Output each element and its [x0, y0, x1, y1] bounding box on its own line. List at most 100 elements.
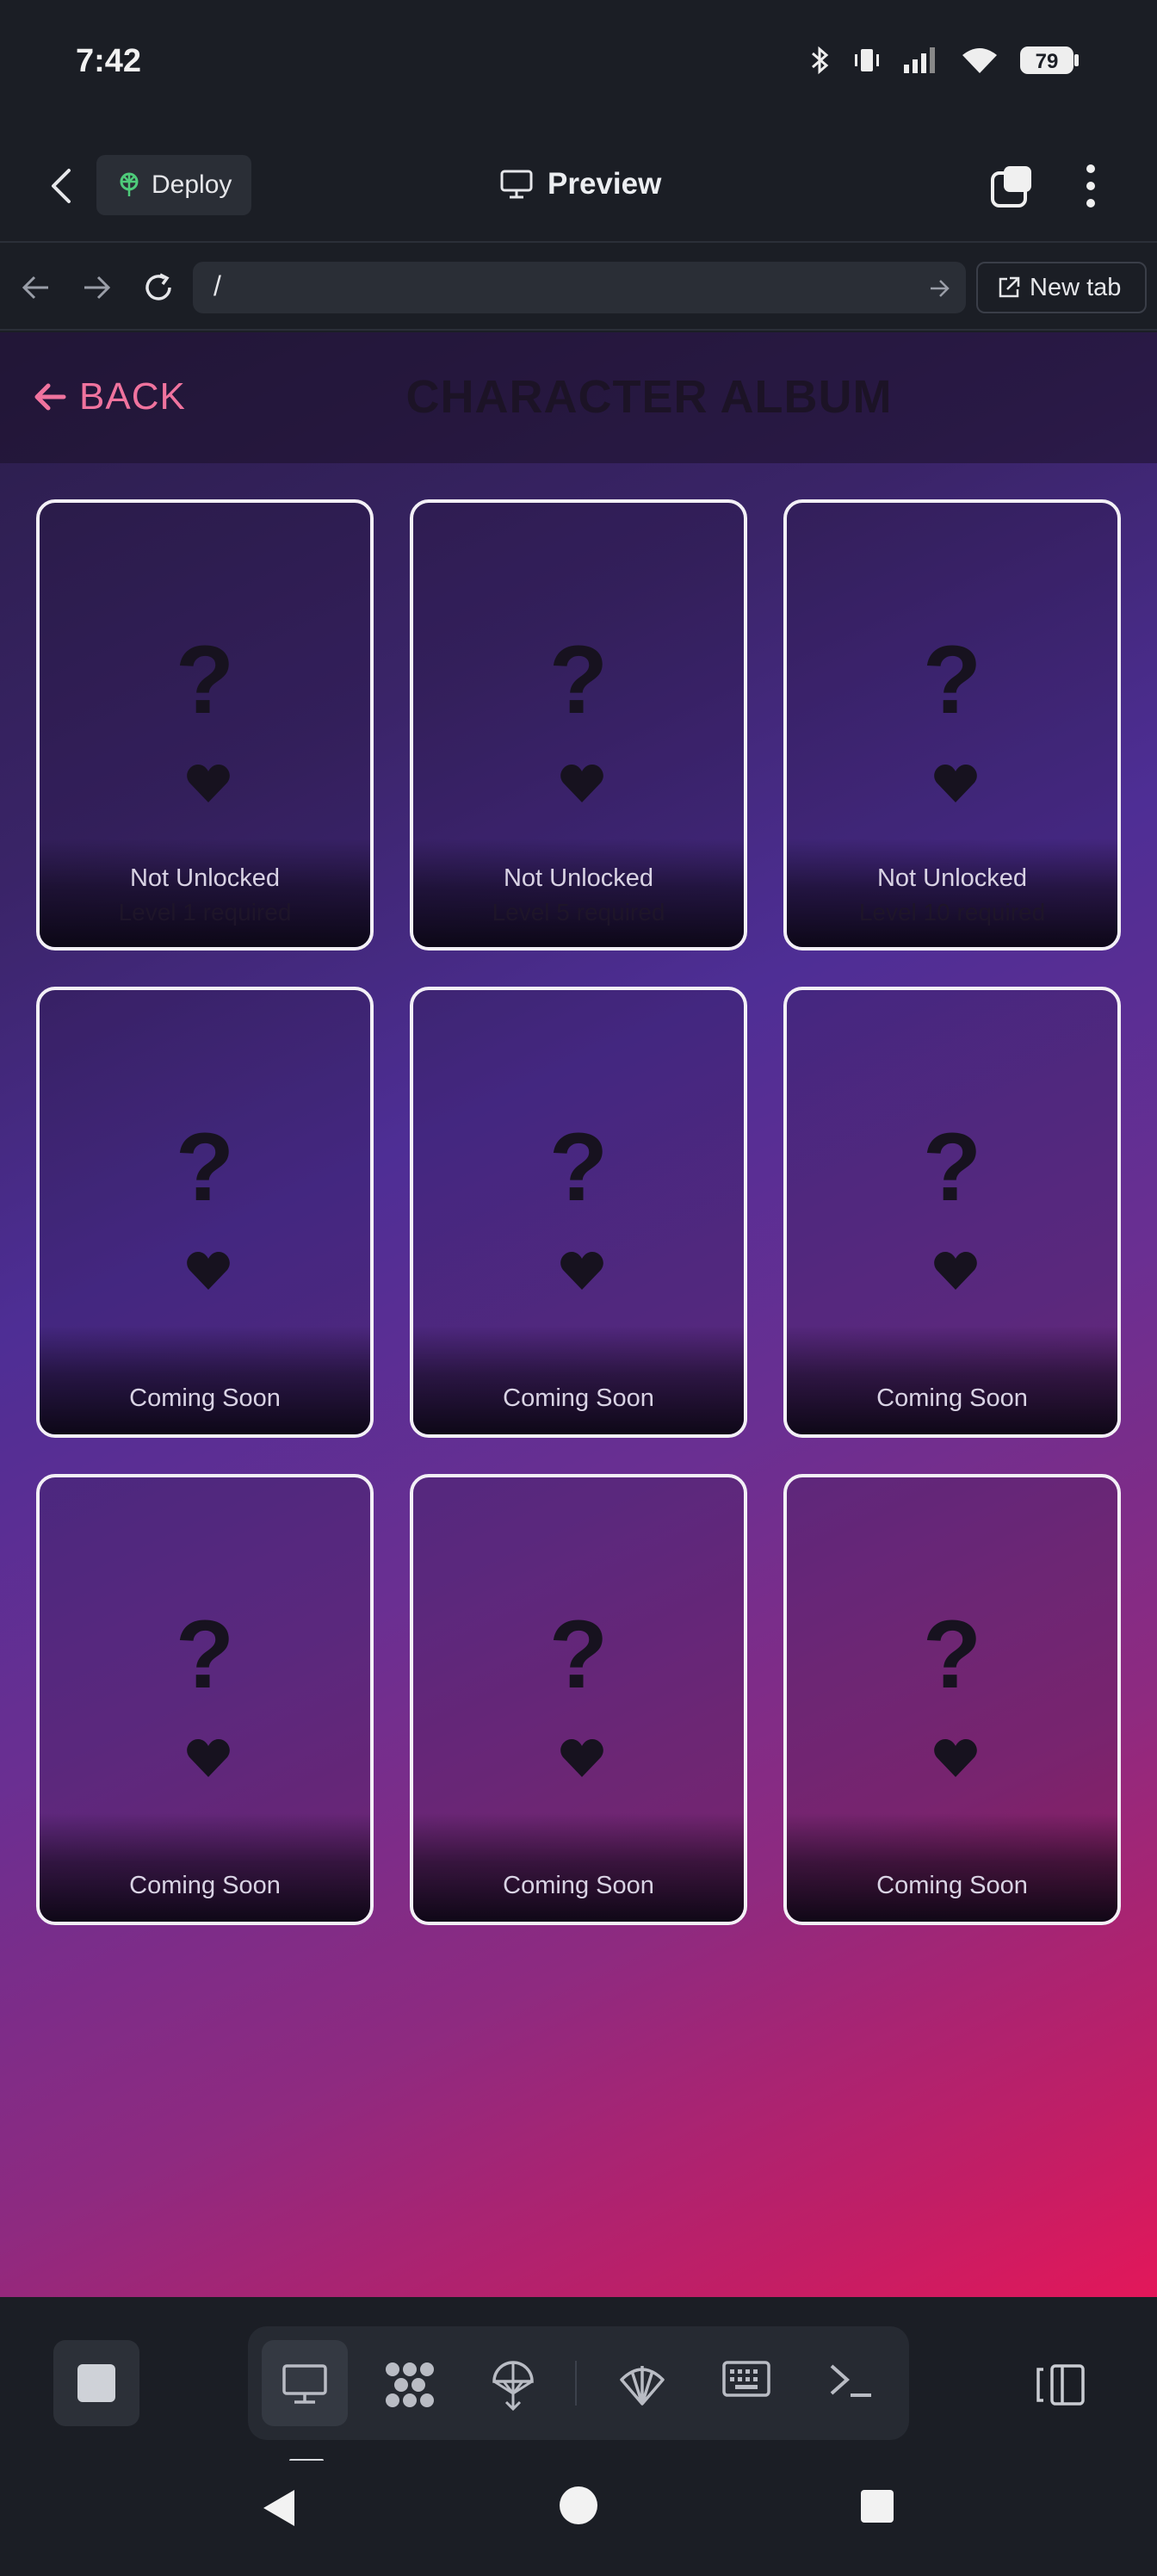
character-card[interactable]: ? Not Unlocked Level 10 required — [783, 499, 1121, 951]
apps-tool-button[interactable] — [365, 2340, 451, 2426]
external-link-icon — [999, 276, 1020, 298]
question-mark: ? — [548, 626, 609, 734]
heart-icon — [187, 1739, 230, 1777]
question-mark: ? — [922, 1113, 982, 1221]
deploy-label: Deploy — [152, 170, 232, 199]
url-input[interactable]: / — [193, 262, 966, 313]
preview-title: Preview — [499, 167, 661, 201]
card-status: Not Unlocked — [503, 864, 654, 892]
signal-icon — [904, 47, 935, 73]
nav-back-icon[interactable] — [19, 270, 53, 305]
card-footer — [787, 1326, 1117, 1434]
panel-toggle-icon[interactable] — [1033, 2362, 1086, 2407]
question-mark: ? — [548, 1113, 609, 1221]
card-footer — [40, 1813, 370, 1922]
character-card[interactable]: ? Coming Soon — [783, 987, 1121, 1438]
card-footer — [413, 1326, 744, 1434]
page-header: CHARACTER ALBUM BACK — [0, 332, 1157, 463]
monitor-icon — [500, 170, 533, 199]
heart-icon — [560, 1739, 603, 1777]
battery-icon: 79 — [1020, 46, 1079, 74]
system-nav-bar — [0, 2461, 1157, 2576]
bottom-toolbar — [0, 2297, 1157, 2462]
stop-button[interactable] — [53, 2340, 139, 2426]
card-status: Coming Soon — [129, 1872, 281, 1899]
reload-icon[interactable] — [141, 270, 176, 305]
wifi-icon — [962, 48, 997, 73]
go-arrow-icon[interactable] — [928, 277, 950, 300]
card-footer — [40, 839, 370, 947]
heart-icon — [934, 1739, 977, 1777]
character-card[interactable]: ? Not Unlocked Level 1 required — [36, 499, 374, 951]
deploy-button[interactable]: Deploy — [96, 155, 251, 215]
question-mark: ? — [922, 1601, 982, 1708]
more-vertical-icon[interactable] — [1076, 162, 1105, 210]
question-mark: ? — [175, 626, 235, 734]
heart-icon — [560, 765, 603, 802]
card-requirement: Level 5 required — [492, 899, 665, 926]
stop-icon — [77, 2364, 115, 2402]
heart-icon — [934, 1252, 977, 1290]
battery-level: 79 — [1036, 50, 1059, 73]
card-footer — [787, 839, 1117, 947]
heart-icon — [187, 765, 230, 802]
card-footer — [413, 1813, 744, 1922]
character-card[interactable]: ? Coming Soon — [410, 987, 747, 1438]
character-card[interactable]: ? Coming Soon — [410, 1474, 747, 1925]
status-bar: 7:42 79 — [0, 0, 1157, 129]
new-tab-button[interactable]: New tab — [976, 262, 1147, 313]
character-card[interactable]: ? Coming Soon — [36, 987, 374, 1438]
character-card[interactable]: ? Coming Soon — [783, 1474, 1121, 1925]
new-tab-label: New tab — [1030, 273, 1122, 301]
preview-label: Preview — [548, 167, 662, 201]
arrow-left-icon — [34, 383, 66, 411]
heart-icon — [187, 1252, 230, 1290]
url-text: / — [213, 270, 221, 301]
question-mark: ? — [175, 1113, 235, 1221]
card-status: Coming Soon — [876, 1384, 1028, 1412]
vibrate-icon — [855, 49, 879, 71]
web-content: CHARACTER ALBUM BACK ? Not Unlocked Level … — [0, 332, 1157, 2297]
bluetooth-icon — [812, 46, 829, 75]
deploy-tool-button[interactable] — [470, 2340, 556, 2426]
tabs-icon[interactable] — [990, 164, 1035, 208]
heart-icon — [934, 765, 977, 802]
heart-icon — [560, 1252, 603, 1290]
app-bar: Deploy Preview — [0, 129, 1157, 243]
question-mark: ? — [548, 1601, 609, 1708]
keyboard-icon — [722, 2361, 770, 2397]
deploy-icon — [120, 172, 139, 196]
back-chevron-icon[interactable] — [45, 167, 79, 205]
card-requirement: Level 10 required — [858, 899, 1046, 926]
parachute-icon — [492, 2361, 534, 2411]
card-footer — [40, 1326, 370, 1434]
grid-blob-icon — [386, 2362, 434, 2407]
character-card[interactable]: ? Not Unlocked Level 5 required — [410, 499, 747, 951]
system-recents-icon[interactable] — [861, 2490, 894, 2523]
toolbar-separator — [575, 2361, 577, 2406]
keyboard-tool-button[interactable] — [702, 2340, 789, 2426]
desktop-tool-button[interactable] — [262, 2340, 348, 2426]
card-footer — [787, 1813, 1117, 1922]
system-home-icon[interactable] — [560, 2486, 597, 2524]
clock: 7:42 — [76, 43, 142, 79]
shell-icon — [620, 2366, 665, 2406]
tool-group — [248, 2326, 909, 2440]
question-mark: ? — [175, 1601, 235, 1708]
card-requirement: Level 1 required — [118, 899, 292, 926]
card-status: Coming Soon — [129, 1384, 281, 1412]
nav-forward-icon[interactable] — [79, 270, 114, 305]
terminal-tool-button[interactable] — [807, 2340, 894, 2426]
card-status: Not Unlocked — [876, 864, 1028, 892]
status-icons: 79 — [809, 45, 1080, 76]
shell-tool-button[interactable] — [597, 2340, 684, 2426]
system-back-icon[interactable] — [260, 2488, 298, 2528]
monitor-icon — [282, 2364, 327, 2404]
url-bar: / New tab — [0, 245, 1157, 331]
back-link[interactable]: BACK — [33, 375, 186, 418]
card-status: Coming Soon — [503, 1872, 654, 1899]
back-label: BACK — [79, 375, 186, 418]
terminal-icon — [830, 2364, 871, 2397]
card-status: Coming Soon — [503, 1384, 654, 1412]
character-card[interactable]: ? Coming Soon — [36, 1474, 374, 1925]
